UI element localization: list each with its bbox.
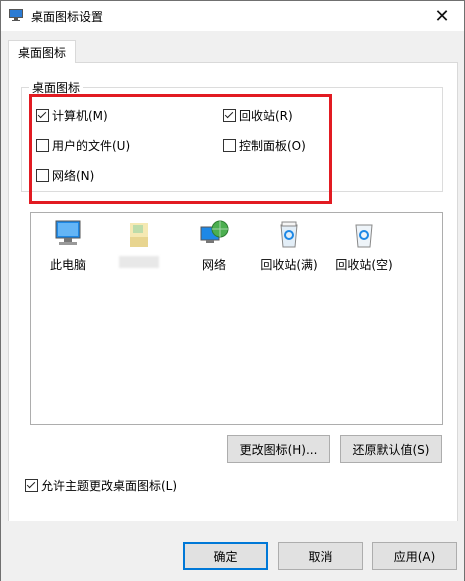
recycle-bin-full-icon [280,221,298,248]
dialog-window: 桌面图标设置 ✕ 桌面图标 桌面图标 计算机(M) 回收站(R) 用户的文件(U… [0,0,465,581]
cancel-button[interactable]: 取消 [278,542,363,570]
checkbox-label: 用户的文件(U) [52,139,131,153]
checkbox-label: 网络(N) [52,169,95,183]
icon-item-this-pc[interactable]: 此电脑 [32,219,104,273]
close-button[interactable]: ✕ [420,1,464,31]
user-folder-icon [130,223,148,247]
icon-item-recycle-full[interactable]: 回收站(满) [253,219,325,273]
checkbox-box[interactable] [36,109,49,122]
apply-button[interactable]: 应用(A) [372,542,457,570]
change-icon-button[interactable]: 更改图标(H)... [227,435,330,463]
icon-item-recycle-empty[interactable]: 回收站(空) [328,219,400,273]
groupbox-legend: 桌面图标 [29,79,84,96]
recycle-bin-empty-icon [355,224,373,248]
checkbox-box[interactable] [25,479,38,492]
checkbox-box[interactable] [223,109,236,122]
icon-item-user-folder[interactable] [103,219,175,268]
allow-themes-checkbox[interactable]: 允许主题更改桌面图标(L) [25,477,177,494]
restore-default-button[interactable]: 还原默认值(S) [340,435,442,463]
window-title: 桌面图标设置 [31,10,104,24]
network-checkbox[interactable]: 网络(N) [36,167,94,184]
icon-list[interactable]: 此电脑 网络 回收站(满) 回收站(空) [30,212,443,425]
checkbox-box[interactable] [36,169,49,182]
checkbox-label: 允许主题更改桌面图标(L) [41,479,178,493]
checkbox-box[interactable] [223,139,236,152]
icon-item-network[interactable]: 网络 [178,219,250,273]
checkbox-box[interactable] [36,139,49,152]
computer-checkbox[interactable]: 计算机(M) [36,107,108,124]
icon-label: 回收站(空) [335,258,393,272]
icon-label: 网络 [201,258,226,272]
desktop-settings-icon [9,9,23,21]
checkbox-label: 回收站(R) [239,109,293,123]
checkbox-label: 控制面板(O) [239,139,306,153]
recycle-bin-checkbox[interactable]: 回收站(R) [223,107,293,124]
tab-desktop-icons[interactable]: 桌面图标 [8,40,76,63]
icon-label: 此电脑 [49,258,86,272]
checkbox-label: 计算机(M) [52,109,108,123]
title-bar[interactable]: 桌面图标设置 ✕ [1,1,464,31]
icon-label-blurred [119,256,159,268]
network-icon [200,220,229,243]
icon-label: 回收站(满) [260,258,318,272]
user-files-checkbox[interactable]: 用户的文件(U) [36,137,130,154]
control-panel-checkbox[interactable]: 控制面板(O) [223,137,306,154]
ok-button[interactable]: 确定 [183,542,268,570]
computer-icon [55,220,81,245]
